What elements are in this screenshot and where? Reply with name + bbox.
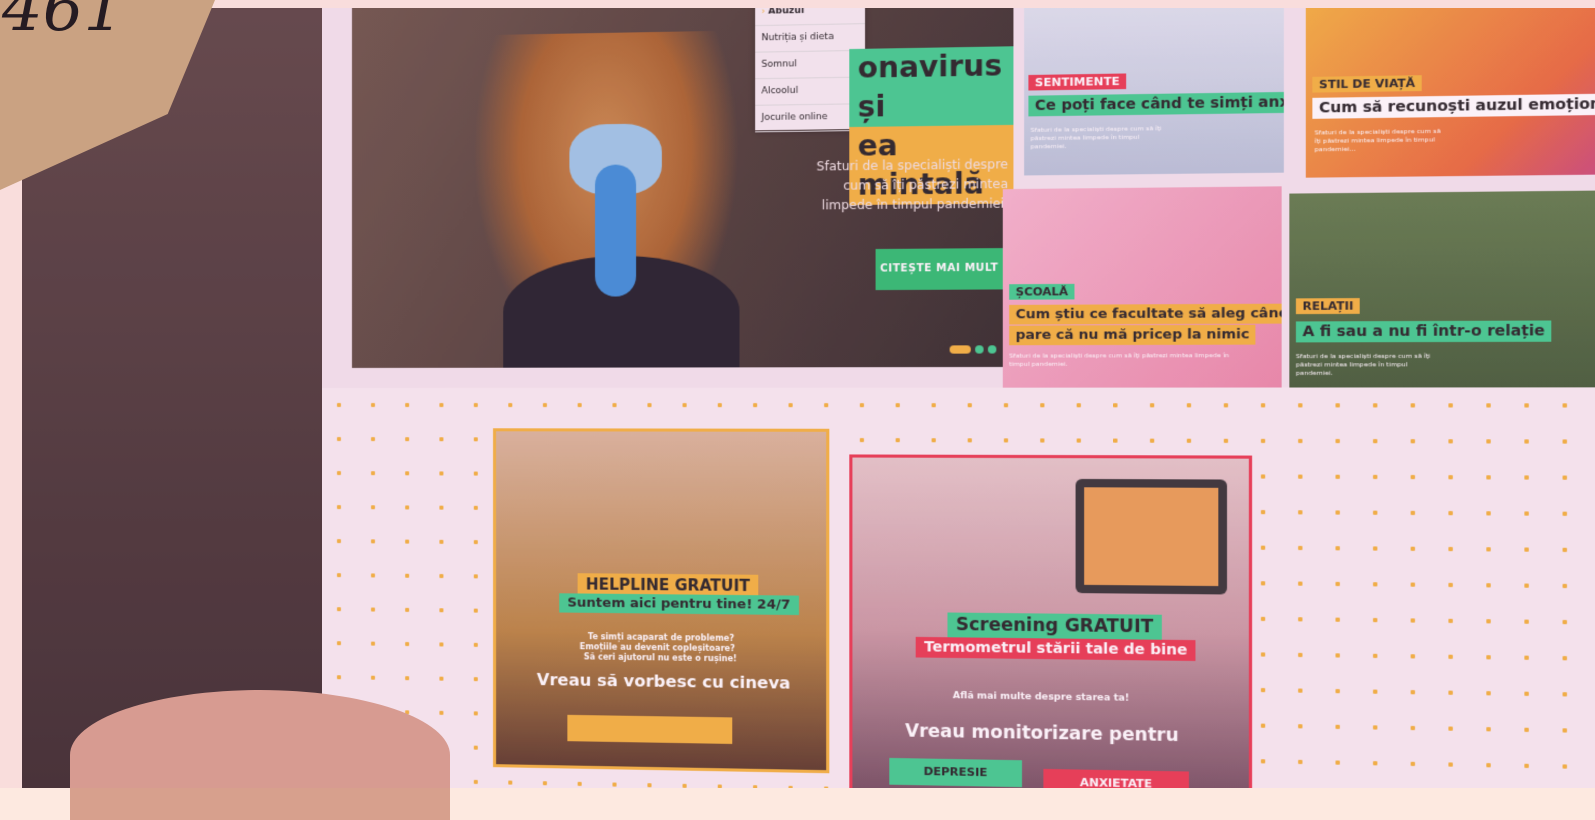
gloves-icon (595, 164, 637, 297)
chevron-right-icon: › (761, 8, 766, 17)
carousel-dot[interactable] (975, 345, 984, 354)
photo-background: › Abuzul Nutriția și dieta Somnul Alcool… (22, 8, 1595, 788)
card-desc: Sfaturi de la specialiști despre cum să … (1295, 352, 1431, 378)
article-card-relatii[interactable]: RELAȚII A fi sau a nu fi într-o relație … (1289, 190, 1595, 404)
carousel-dots[interactable] (949, 338, 1001, 358)
helpline-call-button[interactable] (567, 714, 733, 744)
helpline-text-1: Te simți acaparat de probleme? (587, 632, 735, 643)
carousel-dot[interactable] (949, 345, 971, 354)
screening-badge: Screening GRATUIT (947, 612, 1162, 640)
hand-photo (70, 690, 450, 820)
helpline-text-2: Emoțiile au devenit copleșitoare? (579, 642, 736, 654)
helpline-text-3: Să ceri ajutorul nu este o rușine! (583, 652, 737, 664)
menu-item-abuzul[interactable]: › Abuzul (755, 8, 866, 27)
card-title: Cum să recunoști auzul emoțional (1312, 93, 1595, 119)
hero-banner: › Abuzul Nutriția și dieta Somnul Alcool… (351, 8, 1014, 368)
helpline-subtitle: Suntem aici pentru tine! 24/7 (559, 593, 799, 616)
carousel-dot[interactable] (987, 345, 997, 354)
laptop-inner (1084, 487, 1219, 587)
screening-heading: Vreau monitorizare pentru (905, 721, 1179, 747)
card-tag: STIL DE VIAȚĂ (1312, 75, 1422, 93)
laptop-screen: › Abuzul Nutriția și dieta Somnul Alcool… (322, 8, 1595, 788)
screening-subtitle: Termometrul stării tale de bine (915, 636, 1196, 662)
screening-box[interactable]: Screening GRATUIT Termometrul stării tal… (849, 454, 1253, 788)
helpline-box[interactable]: HELPLINE GRATUIT Suntem aici pentru tine… (493, 428, 830, 774)
card-title: Cum știu ce facultate să aleg când (1009, 303, 1282, 325)
screening-text: Află mai multe despre starea ta! (952, 690, 1130, 704)
article-card-sentimente[interactable]: SENTIMENTE Ce poți face când te simți an… (1024, 8, 1284, 176)
helpline-heading: Vreau să vorbesc cu cineva (536, 669, 791, 693)
card-desc: Sfaturi de la specialiști despre cum să … (1030, 125, 1162, 151)
card-title: A fi sau a nu fi într-o relație (1295, 320, 1552, 343)
card-desc: Sfaturi de la specialiști despre cum să … (1314, 127, 1441, 154)
card-tag: RELAȚII (1295, 298, 1361, 315)
anxiety-button[interactable]: ANXIETATE (1043, 768, 1189, 788)
card-title-line2: pare că nu mă pricep la nimic (1009, 324, 1256, 346)
card-tag: ȘCOALĂ (1009, 283, 1075, 300)
depression-button[interactable]: DEPRESIE (889, 757, 1022, 788)
handwritten-number: 461 (2, 0, 125, 46)
read-more-button[interactable]: CITEȘTE MAI MULT (875, 248, 1003, 291)
laptop-illustration (1075, 478, 1228, 595)
article-card-scoala[interactable]: ȘCOALĂ Cum știu ce facultate să aleg cân… (1002, 186, 1282, 388)
article-card-stil-de-viata[interactable]: STIL DE VIAȚĂ Cum să recunoști auzul emo… (1305, 8, 1595, 178)
hero-title-line1: onavirus și (849, 46, 1014, 128)
card-tag: SENTIMENTE (1028, 73, 1127, 91)
hero-subtitle: Sfaturi de la specialiști despre cum să … (816, 157, 1009, 213)
card-desc: Sfaturi de la specialiști despre cum să … (1009, 352, 1230, 369)
card-title: Ce poți face când te simți anxios (1028, 91, 1284, 117)
